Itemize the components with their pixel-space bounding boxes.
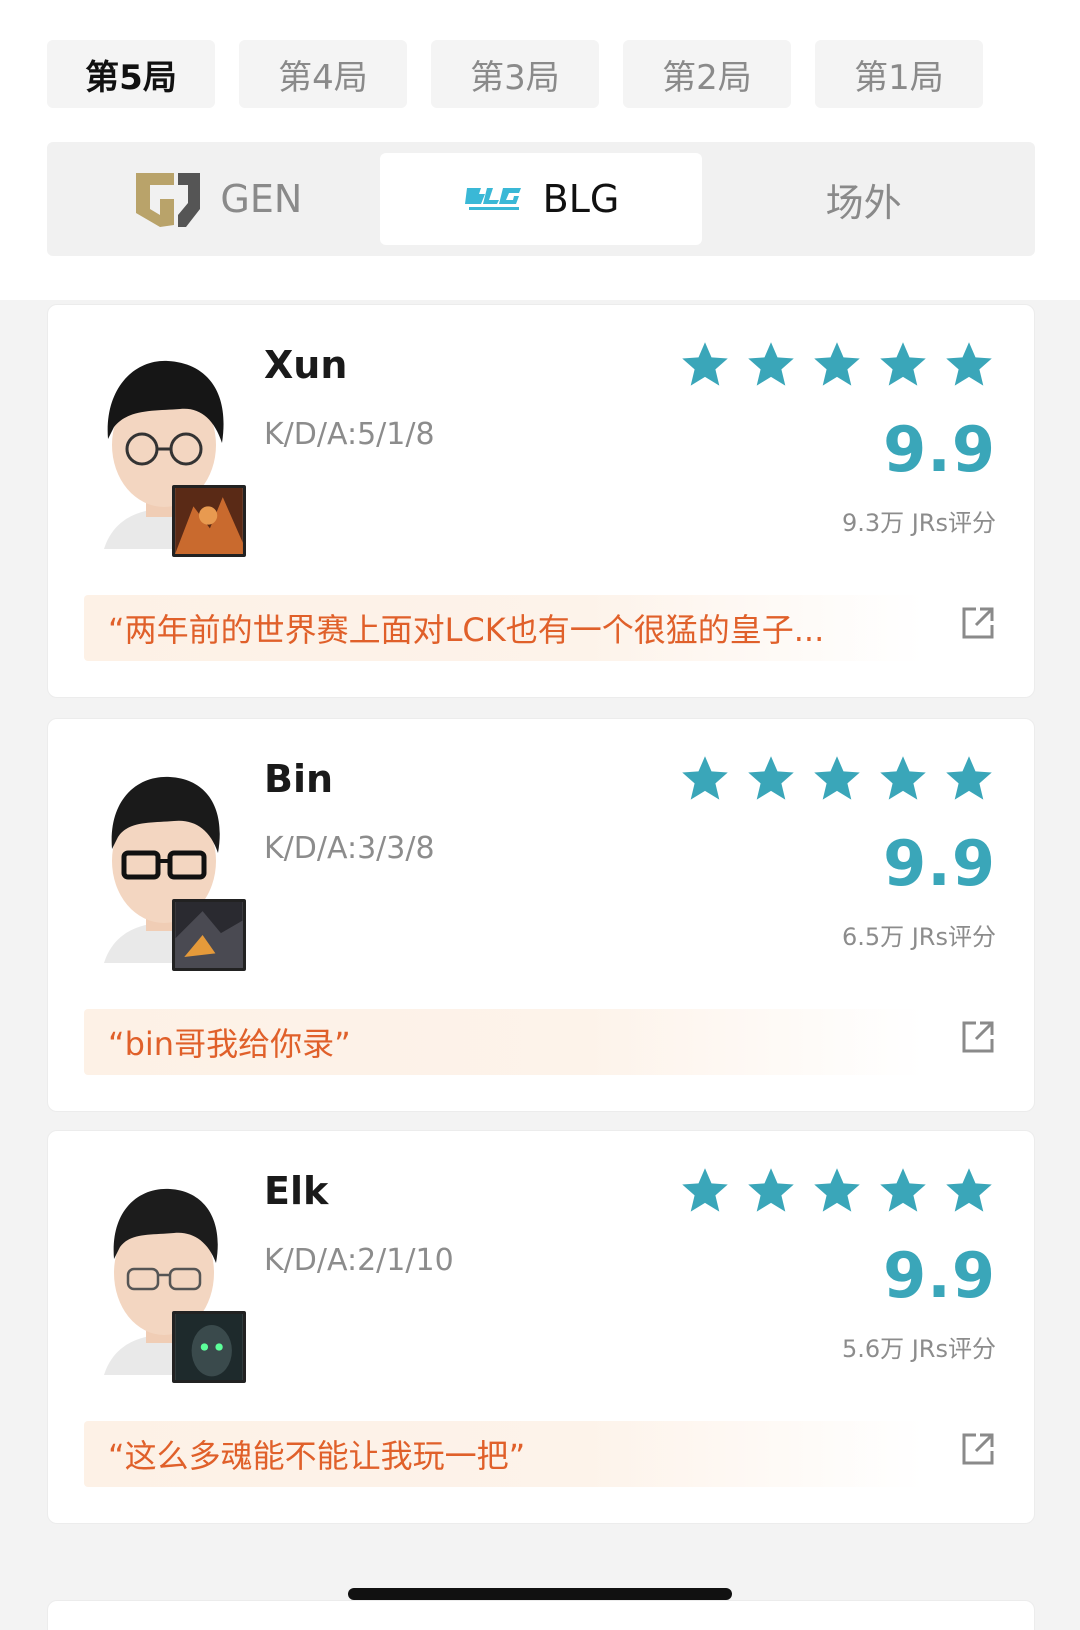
star-icon xyxy=(748,342,794,386)
player-card[interactable]: Elk K/D/A:2/1/10 9.9 5.6万 JRs评分 “这么多魂能不能… xyxy=(47,1130,1035,1524)
player-name: Bin xyxy=(264,757,334,801)
tab-round-5[interactable]: 第5局 xyxy=(47,40,215,108)
star-icon xyxy=(682,342,728,386)
blg-logo-icon xyxy=(464,188,521,210)
share-icon[interactable] xyxy=(960,1019,996,1055)
star-icon xyxy=(946,1168,992,1212)
player-score: 9.9 xyxy=(883,827,996,900)
tab-round-3[interactable]: 第3局 xyxy=(431,40,599,108)
star-icon xyxy=(748,756,794,800)
player-card-partial[interactable] xyxy=(47,1600,1035,1630)
player-score: 9.9 xyxy=(883,413,996,486)
tab-round-2[interactable]: 第2局 xyxy=(623,40,791,108)
tab-offsite[interactable]: 场外 xyxy=(702,153,1025,245)
rating-stars xyxy=(678,1165,996,1217)
player-card[interactable]: Bin K/D/A:3/3/8 9.9 6.5万 JRs评分 “bin哥我给你录… xyxy=(47,718,1035,1112)
star-icon xyxy=(880,756,926,800)
player-name: Elk xyxy=(264,1169,329,1213)
player-name: Xun xyxy=(264,343,348,387)
gen-logo-icon xyxy=(136,173,201,227)
vote-count: 6.5万 JRs评分 xyxy=(841,923,996,951)
star-icon xyxy=(814,1168,860,1212)
top-comment[interactable]: “bin哥我给你录” xyxy=(84,1009,924,1075)
page: 第5局 第4局 第3局 第2局 第1局 GEN BLG 场外 Xun K/D/A… xyxy=(0,0,1080,1630)
star-icon xyxy=(880,1168,926,1212)
vote-count: 5.6万 JRs评分 xyxy=(841,1335,996,1363)
star-icon xyxy=(880,342,926,386)
star-icon xyxy=(682,1168,728,1212)
tab-team-blg[interactable]: BLG xyxy=(379,153,703,245)
star-icon xyxy=(946,342,992,386)
share-icon[interactable] xyxy=(960,1431,996,1467)
player-card[interactable]: Xun K/D/A:5/1/8 9.9 9.3万 JRs评分 “两年前的世界赛上… xyxy=(47,304,1035,698)
tab-round-4[interactable]: 第4局 xyxy=(239,40,407,108)
rating-stars xyxy=(678,339,996,391)
player-score: 9.9 xyxy=(883,1239,996,1312)
team-tabs: GEN BLG 场外 xyxy=(47,142,1035,256)
player-kda: K/D/A:2/1/10 xyxy=(264,1243,454,1278)
champion-icon xyxy=(172,899,246,971)
tab-team-gen[interactable]: GEN xyxy=(57,153,380,245)
team-label-offsite: 场外 xyxy=(825,180,902,225)
champion-icon xyxy=(172,485,246,557)
team-label-blg: BLG xyxy=(542,177,620,221)
top-comment[interactable]: “两年前的世界赛上面对LCK也有一个很猛的皇子... xyxy=(84,595,924,661)
share-icon[interactable] xyxy=(960,605,996,641)
vote-count: 9.3万 JRs评分 xyxy=(841,509,996,537)
tab-round-1[interactable]: 第1局 xyxy=(815,40,983,108)
top-comment[interactable]: “这么多魂能不能让我玩一把” xyxy=(84,1421,924,1487)
champion-icon xyxy=(172,1311,246,1383)
team-label-gen: GEN xyxy=(220,177,303,221)
star-icon xyxy=(946,756,992,800)
star-icon xyxy=(814,342,860,386)
star-icon xyxy=(748,1168,794,1212)
player-kda: K/D/A:3/3/8 xyxy=(264,831,435,866)
round-tabs: 第5局 第4局 第3局 第2局 第1局 xyxy=(47,40,983,108)
rating-stars xyxy=(678,753,996,805)
player-kda: K/D/A:5/1/8 xyxy=(264,417,435,452)
star-icon xyxy=(814,756,860,800)
star-icon xyxy=(682,756,728,800)
home-indicator[interactable] xyxy=(348,1588,732,1600)
